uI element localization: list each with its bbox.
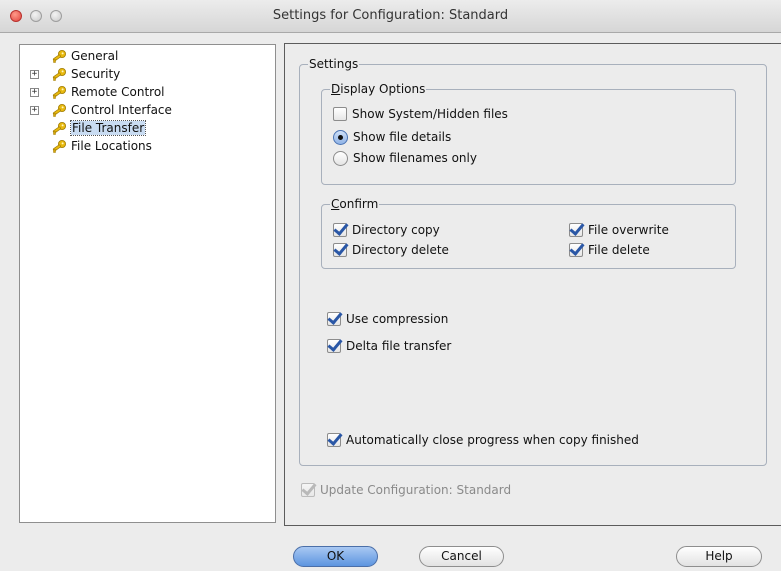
radio-button[interactable] [333,129,348,145]
cancel-button[interactable]: Cancel [419,546,504,567]
checkbox-box[interactable] [569,243,583,257]
tree-item-security[interactable]: + Security [20,66,275,84]
directory-delete-checkbox[interactable]: Directory delete [333,241,449,259]
expand-icon[interactable]: + [30,88,39,97]
tree-item-general[interactable]: General [20,48,275,66]
expand-icon[interactable]: + [30,106,39,115]
confirm-title: Confirm [330,197,380,211]
directory-delete-label: Directory delete [352,243,449,257]
show-hidden-files-label: Show System/Hidden files [352,107,508,121]
update-configuration-checkbox[interactable]: Update Configuration: Standard [301,481,511,499]
use-compression-label: Use compression [346,312,449,326]
show-hidden-files-checkbox[interactable]: Show System/Hidden files [333,105,508,123]
file-overwrite-label: File overwrite [588,223,669,237]
tree-item-label: Remote Control [71,85,165,99]
expand-icon[interactable]: + [30,70,39,79]
file-overwrite-checkbox[interactable]: File overwrite [569,221,669,239]
radio-button[interactable] [333,150,348,166]
checkbox-box[interactable] [333,243,347,257]
file-delete-checkbox[interactable]: File delete [569,241,650,259]
directory-copy-label: Directory copy [352,223,440,237]
settings-group-title: Settings [308,57,360,71]
show-file-details-label: Show file details [353,130,452,144]
checkbox-box[interactable] [327,312,341,326]
key-icon [51,49,67,65]
tree-item-remote-control[interactable]: + Remote Control [20,84,275,102]
key-icon [51,85,67,101]
show-filenames-only-radio[interactable]: Show filenames only [333,149,477,167]
tree-item-file-locations[interactable]: File Locations [20,138,275,156]
tree-item-control-interface[interactable]: + Control Interface [20,102,275,120]
delta-file-transfer-checkbox[interactable]: Delta file transfer [327,337,451,355]
checkbox-box[interactable] [569,223,583,237]
tree-item-file-transfer[interactable]: File Transfer [20,120,275,138]
tree-item-label: General [71,49,119,63]
checkbox-box[interactable] [333,223,347,237]
tree-item-label: File Transfer [69,120,147,136]
use-compression-checkbox[interactable]: Use compression [327,310,448,328]
display-options-title: Display Options [330,82,427,96]
checkbox-box[interactable] [327,433,341,447]
help-button[interactable]: Help [676,546,762,567]
key-icon [51,67,67,83]
show-filenames-only-label: Show filenames only [353,151,477,165]
title-bar[interactable]: Settings for Configuration: Standard [0,0,781,33]
settings-panel: Settings Display Options Show System/Hid… [284,43,781,526]
show-file-details-radio[interactable]: Show file details [333,128,451,146]
file-delete-label: File delete [588,243,650,257]
window-title: Settings for Configuration: Standard [272,8,509,23]
tree-item-label: File Locations [71,139,152,153]
key-icon [51,121,67,137]
directory-copy-checkbox[interactable]: Directory copy [333,221,440,239]
key-icon [51,103,67,119]
tree-item-label: Security [71,67,121,81]
checkbox-box[interactable] [327,339,341,353]
ok-button[interactable]: OK [293,546,378,567]
settings-tree[interactable]: General + Security + Remote Control + Control … [19,44,276,523]
update-configuration-label: Update Configuration: Standard [320,483,512,497]
tree-item-label: Control Interface [71,103,172,117]
checkbox-box[interactable] [301,483,315,497]
auto-close-progress-checkbox[interactable]: Automatically close progress when copy f… [327,431,639,449]
checkbox-box[interactable] [333,107,347,121]
auto-close-progress-label: Automatically close progress when copy f… [346,433,639,447]
key-icon [51,139,67,155]
delta-file-transfer-label: Delta file transfer [346,339,452,353]
settings-window: Settings for Configuration: Standard Gen… [0,0,781,571]
